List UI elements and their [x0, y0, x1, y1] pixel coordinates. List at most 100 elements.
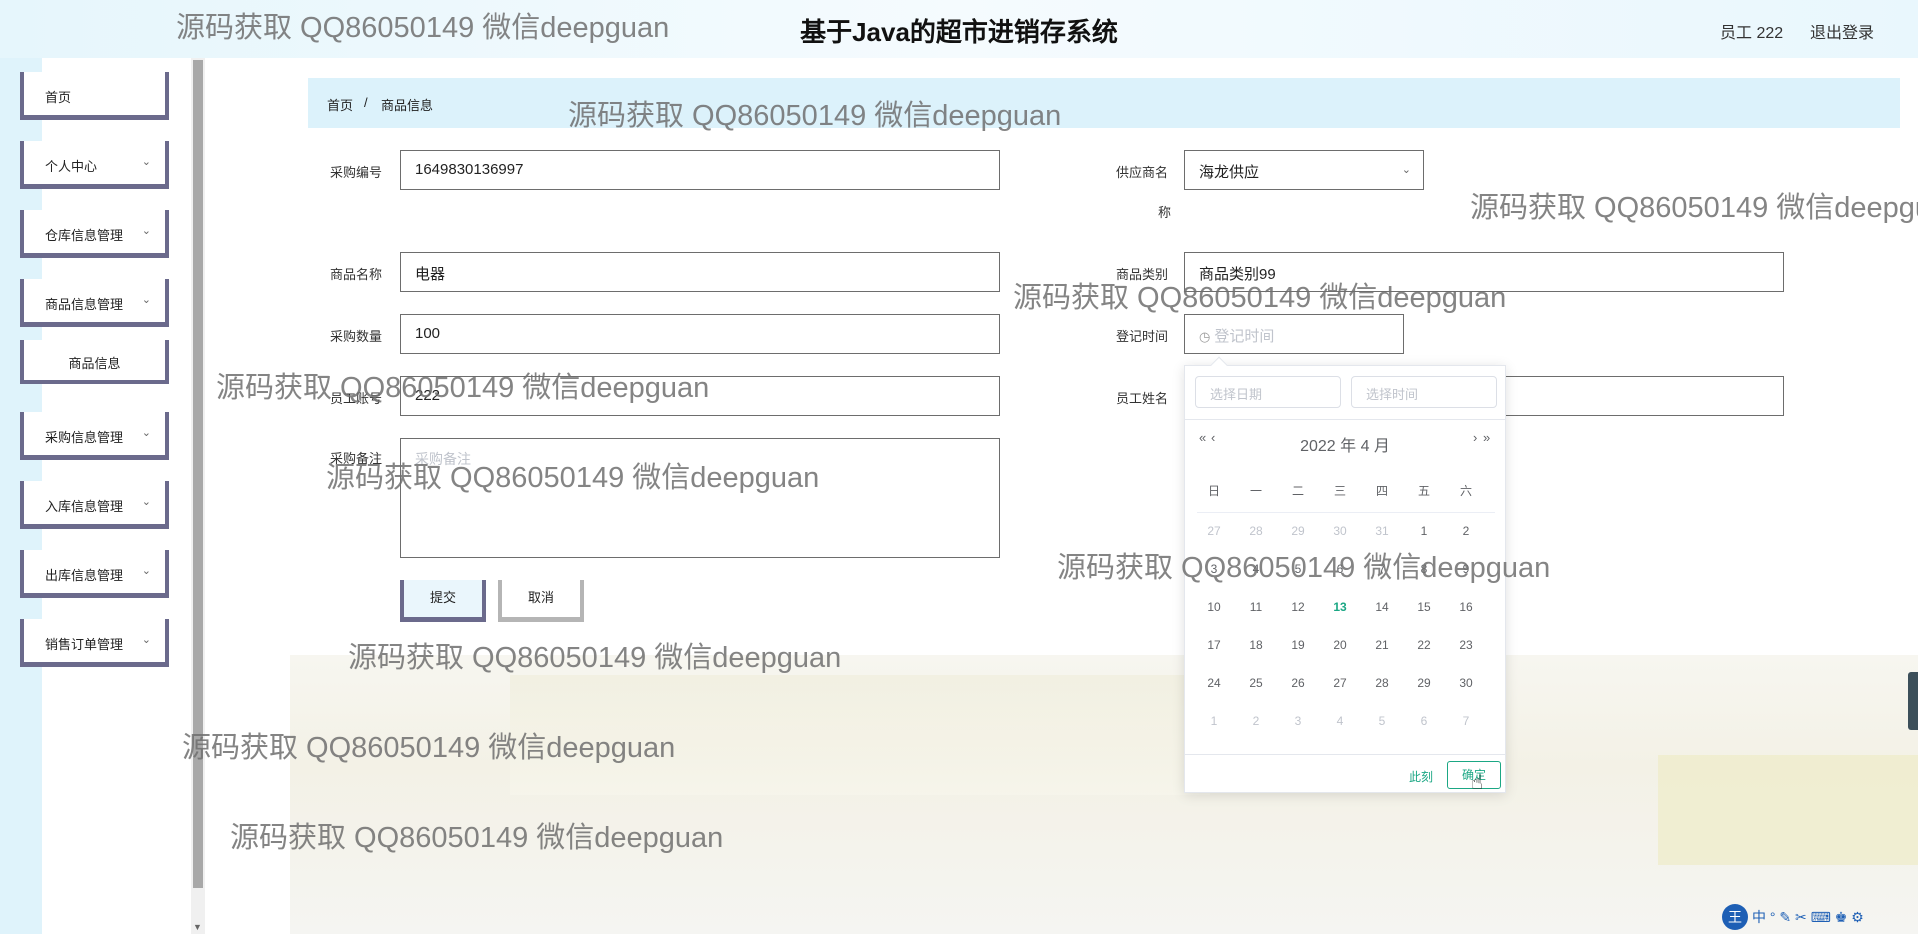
calendar-day[interactable]: 1 [1403, 524, 1445, 538]
calendar-day-today[interactable]: 13 [1319, 600, 1361, 614]
sidebar-item-sales[interactable]: 销售订单管理 ⌄ [20, 619, 169, 667]
supplier-value: 海龙供应 [1199, 164, 1260, 181]
calendar-day[interactable]: 3 [1193, 562, 1235, 576]
employee-account-label: 员工账号 [330, 391, 383, 406]
product-name-input[interactable]: 电器 [400, 252, 1000, 292]
calendar-day[interactable]: 11 [1235, 600, 1277, 614]
calendar-day[interactable]: 5 [1277, 562, 1319, 576]
calendar-day[interactable]: 3 [1277, 714, 1319, 728]
logout-link[interactable]: 退出登录 [1810, 19, 1874, 43]
weekday-divider [1197, 512, 1495, 513]
calendar-day[interactable]: 31 [1361, 524, 1403, 538]
ime-toolbar[interactable]: 王中 ° ✎ ✂ ⌨ ♚ ⚙ [1722, 904, 1864, 932]
register-time-label: 登记时间 [1116, 329, 1169, 344]
calendar-day[interactable]: 10 [1193, 600, 1235, 614]
sidebar-item-inbound[interactable]: 入库信息管理 ⌄ [20, 481, 169, 529]
sidebar-scrollbar[interactable]: ▼ [191, 58, 205, 934]
mouse-pointer-icon: ☝ [1471, 772, 1484, 794]
chevron-down-icon: ⌄ [141, 496, 151, 508]
sidebar-item-product-mgmt[interactable]: 商品信息管理 ⌄ [20, 279, 169, 327]
supplier-select[interactable]: 海龙供应 ⌄ [1184, 150, 1424, 190]
sidebar-item-profile[interactable]: 个人中心 ⌄ [20, 141, 169, 189]
calendar-day[interactable]: 25 [1235, 676, 1277, 690]
decorative-background [290, 655, 1918, 934]
product-name-label: 商品名称 [330, 267, 383, 282]
picker-time-input[interactable]: 选择时间 [1351, 376, 1497, 408]
remark-label: 采购备注 [330, 451, 383, 466]
next-month-icon[interactable]: › [1473, 430, 1477, 445]
calendar-day[interactable]: 28 [1361, 676, 1403, 690]
picker-month[interactable]: 4 月 [1361, 438, 1390, 455]
sidebar-subitem-product-info[interactable]: 商品信息 [20, 340, 169, 384]
side-widget-tab[interactable] [1908, 672, 1918, 730]
calendar-day[interactable]: 4 [1235, 562, 1277, 576]
remark-textarea[interactable]: 采购备注 [400, 438, 1000, 558]
chevron-down-icon: ⌄ [141, 294, 151, 306]
calendar-day[interactable]: 7 [1445, 714, 1487, 728]
sidebar-item-warehouse[interactable]: 仓库信息管理 ⌄ [20, 210, 169, 258]
calendar-day[interactable]: 24 [1193, 676, 1235, 690]
sidebar-item-outbound[interactable]: 出库信息管理 ⌄ [20, 550, 169, 598]
scrollbar-thumb[interactable] [193, 60, 203, 888]
calendar-day[interactable]: 2 [1235, 714, 1277, 728]
calendar-day[interactable]: 21 [1361, 638, 1403, 652]
calendar-day[interactable]: 9 [1445, 562, 1487, 576]
next-year-icon[interactable]: » [1483, 430, 1490, 445]
sidebar-item-purchase[interactable]: 采购信息管理 ⌄ [20, 412, 169, 460]
sidebar-item-label: 采购信息管理 [45, 430, 124, 445]
picker-year[interactable]: 2022 年 [1300, 438, 1356, 455]
calendar-day[interactable]: 6 [1319, 562, 1361, 576]
breadcrumb-home[interactable]: 首页 [327, 95, 353, 114]
ime-logo-icon[interactable]: 王 [1722, 904, 1748, 930]
datetime-picker-popup: 选择日期 选择时间 « ‹ 2022 年 4 月 › » 日一二三四五六 27 2… [1184, 356, 1506, 793]
submit-button[interactable]: 提交 [400, 580, 486, 622]
sidebar-item-label: 仓库信息管理 [45, 228, 124, 243]
calendar-day[interactable]: 30 [1319, 524, 1361, 538]
sidebar-item-home[interactable]: 首页 [20, 72, 169, 120]
weekday-label: 四 [1375, 484, 1388, 498]
calendar-day[interactable]: 4 [1319, 714, 1361, 728]
picker-date-input[interactable]: 选择日期 [1195, 376, 1341, 408]
calendar-day[interactable]: 22 [1403, 638, 1445, 652]
calendar-day[interactable]: 5 [1361, 714, 1403, 728]
now-button[interactable]: 此刻 [1409, 768, 1433, 785]
employee-account-input[interactable]: 222 [400, 376, 1000, 416]
chevron-down-icon: ⌄ [141, 156, 151, 168]
calendar-day[interactable]: 2 [1445, 524, 1487, 538]
ime-tool-icons[interactable]: ° ✎ ✂ ⌨ ♚ ⚙ [1770, 909, 1864, 925]
quantity-input[interactable]: 100 [400, 314, 1000, 354]
calendar-day[interactable]: 12 [1277, 600, 1319, 614]
calendar-day[interactable]: 18 [1235, 638, 1277, 652]
calendar-day[interactable]: 30 [1445, 676, 1487, 690]
calendar-day[interactable]: 6 [1403, 714, 1445, 728]
picker-divider [1185, 419, 1505, 420]
calendar-day[interactable]: 28 [1235, 524, 1277, 538]
calendar-day[interactable]: 8 [1403, 562, 1445, 576]
breadcrumb-separator: / [364, 95, 368, 110]
calendar-day[interactable]: 29 [1403, 676, 1445, 690]
calendar-day[interactable]: 23 [1445, 638, 1487, 652]
calendar-day[interactable]: 7 [1361, 562, 1403, 576]
weekday-label: 五 [1417, 484, 1430, 498]
scroll-down-arrow-icon[interactable]: ▼ [193, 922, 202, 932]
category-input[interactable]: 商品类别99 [1184, 252, 1784, 292]
calendar-day[interactable]: 26 [1277, 676, 1319, 690]
calendar-day[interactable]: 29 [1277, 524, 1319, 538]
calendar-day[interactable]: 16 [1445, 600, 1487, 614]
calendar-day[interactable]: 27 [1193, 524, 1235, 538]
calendar-day[interactable]: 15 [1403, 600, 1445, 614]
calendar-day[interactable]: 20 [1319, 638, 1361, 652]
ime-mode[interactable]: 中 [1752, 909, 1766, 925]
top-header: 基于Java的超市进销存系统 员工 222 退出登录 [0, 0, 1918, 58]
chevron-down-icon: ⌄ [141, 427, 151, 439]
purchase-no-input[interactable]: 1649830136997 [400, 150, 1000, 190]
cancel-button[interactable]: 取消 [498, 580, 584, 622]
calendar-day[interactable]: 1 [1193, 714, 1235, 728]
calendar-day[interactable]: 17 [1193, 638, 1235, 652]
picker-footer-divider [1185, 754, 1505, 755]
calendar-day[interactable]: 14 [1361, 600, 1403, 614]
calendar-day[interactable]: 27 [1319, 676, 1361, 690]
weekday-label: 六 [1459, 484, 1472, 498]
register-time-input[interactable]: ◷ 登记时间 [1184, 314, 1404, 354]
calendar-day[interactable]: 19 [1277, 638, 1319, 652]
